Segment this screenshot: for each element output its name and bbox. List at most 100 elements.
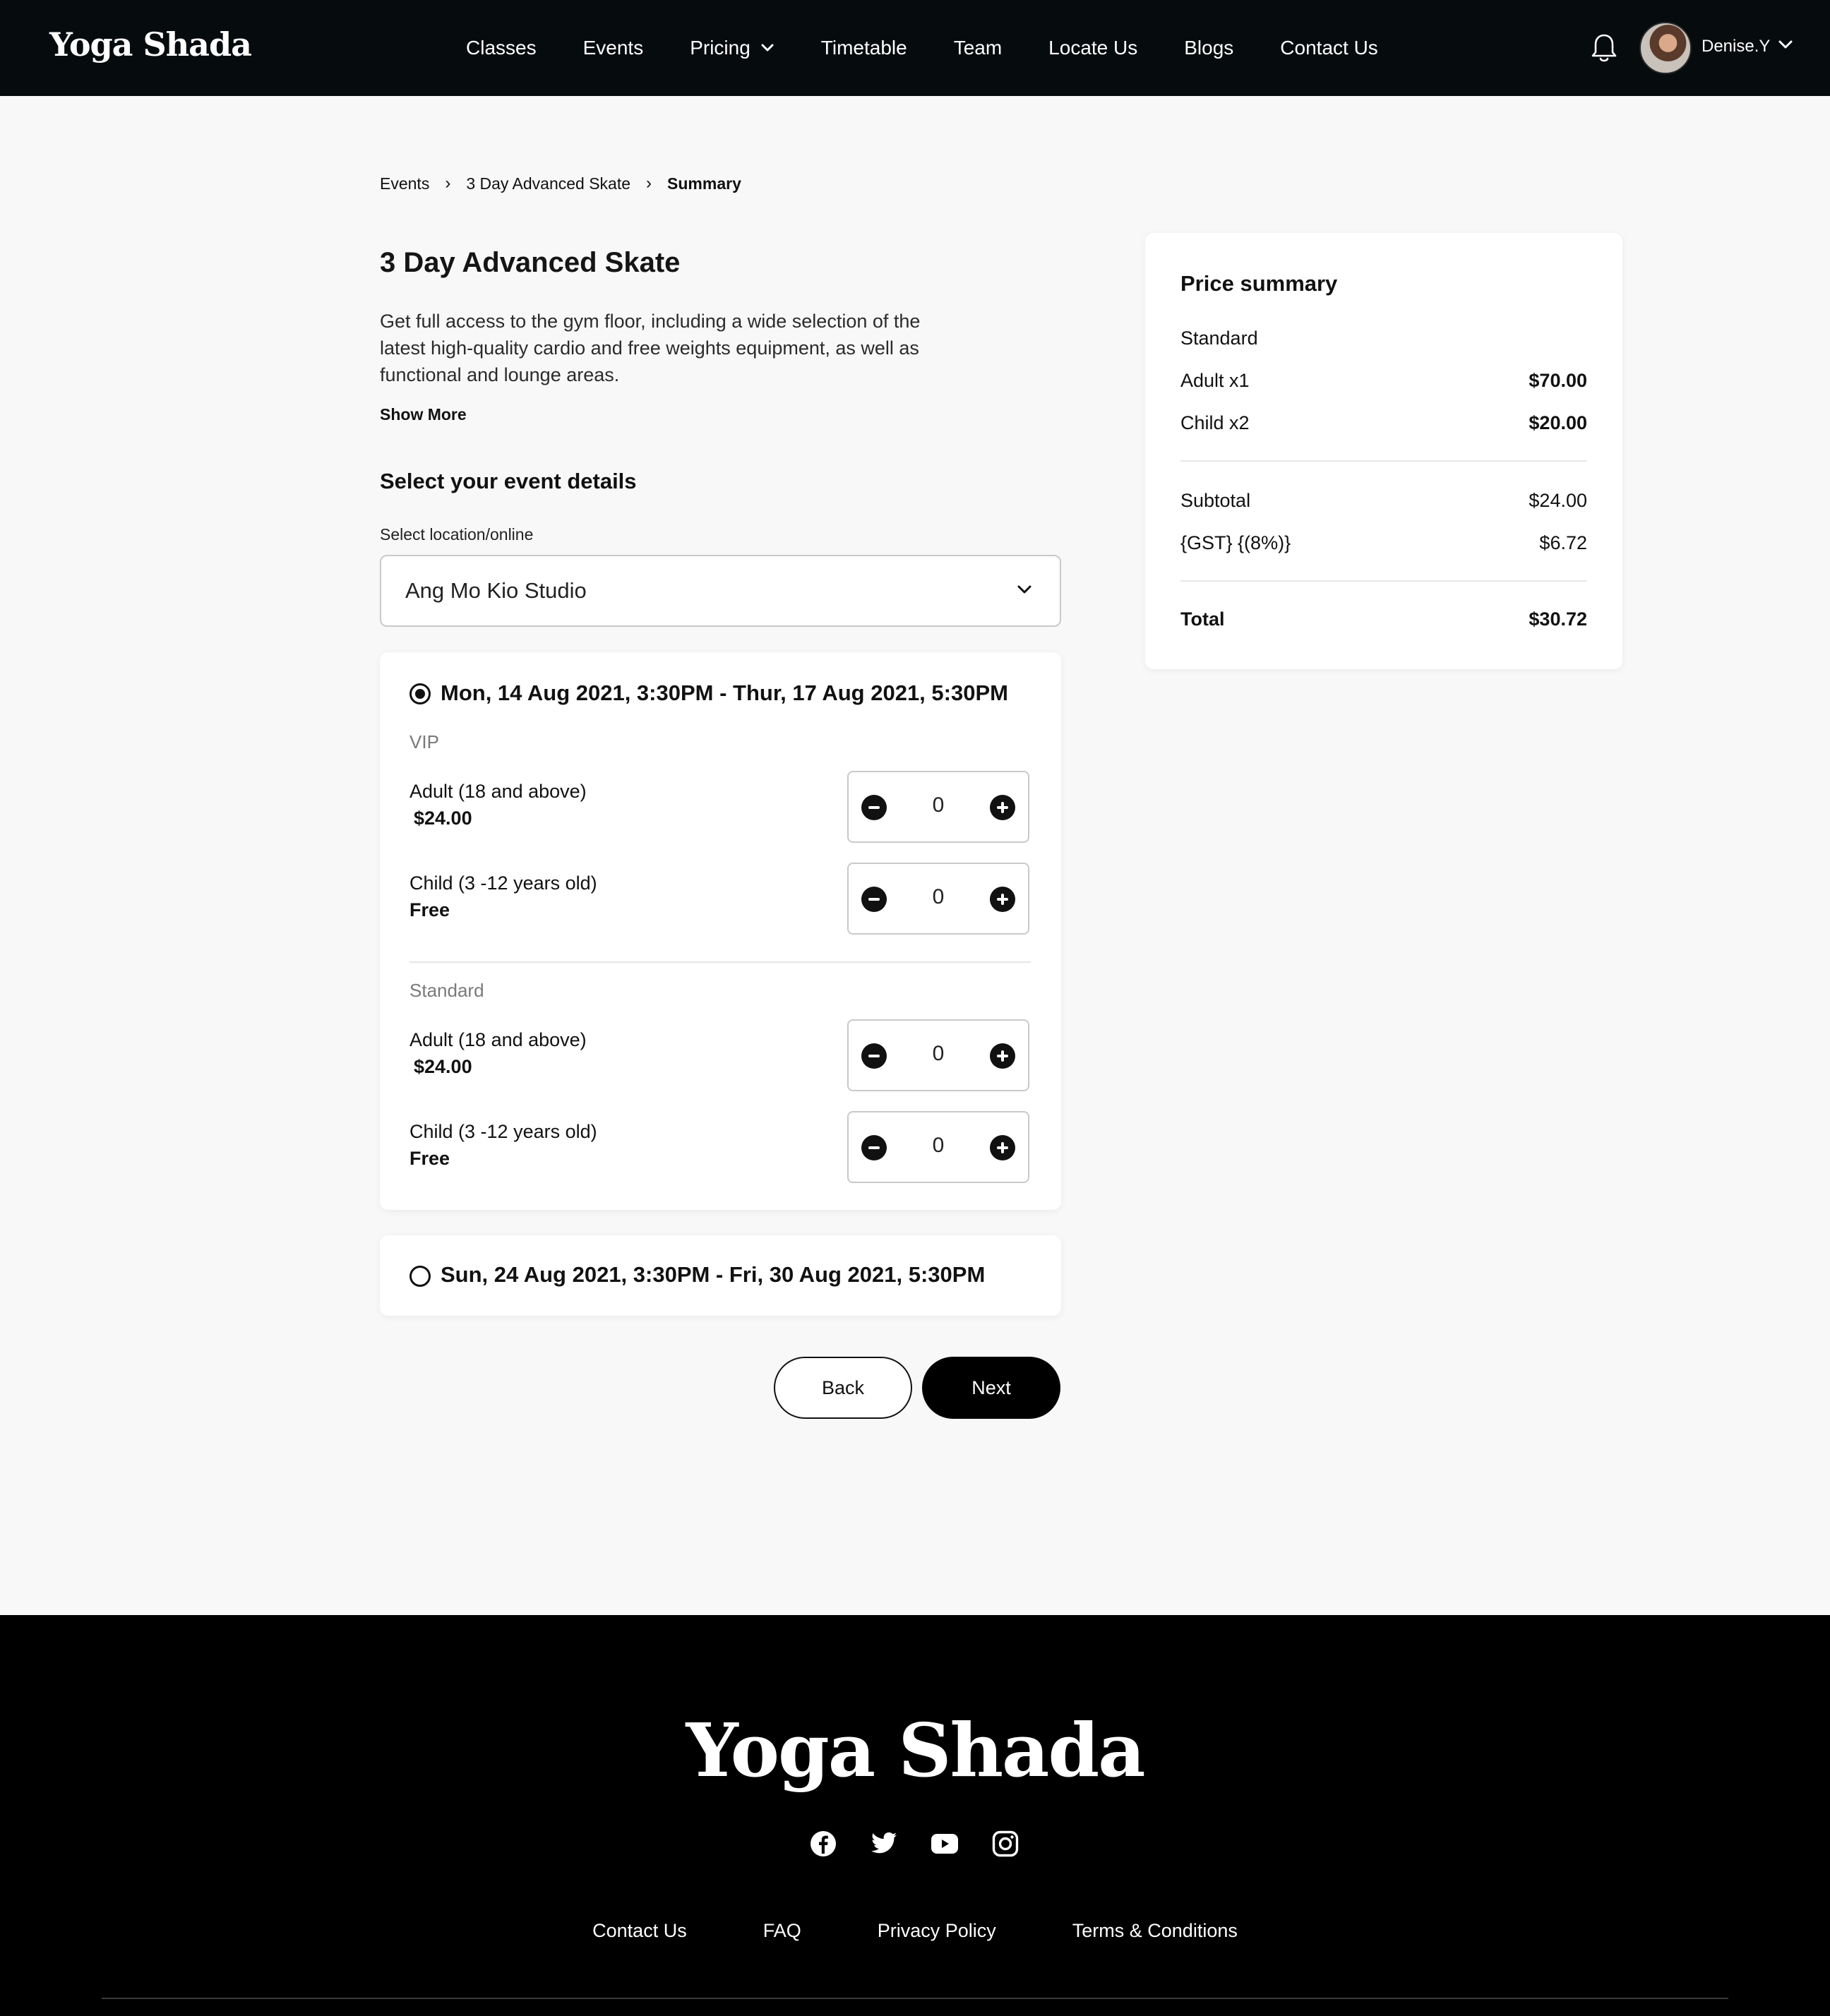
footer-link-privacy-policy[interactable]: Privacy Policy: [878, 1920, 996, 1942]
social-links: [809, 1830, 1052, 1858]
nav-item-label: Team: [953, 37, 1003, 59]
session-radio[interactable]: [409, 683, 431, 704]
footer-link-terms[interactable]: Terms & Conditions: [1072, 1920, 1238, 1942]
nav-item-timetable[interactable]: Timetable: [821, 37, 907, 59]
instagram-icon[interactable]: [991, 1830, 1019, 1858]
subtotal-row: Subtotal $24.00: [1180, 490, 1587, 512]
facebook-icon[interactable]: [809, 1830, 837, 1858]
summary-line: Child x2 $20.00: [1180, 412, 1587, 434]
top-navigation-bar: Yoga Shada Classes Events Pricing Timeta…: [0, 0, 1830, 96]
footer: Yoga Shada Contact Us FAQ Privacy Policy…: [0, 1615, 1830, 2016]
brand-logo[interactable]: Yoga Shada: [49, 25, 252, 64]
ticket-name: Child (3 -12 years old): [409, 1121, 597, 1142]
back-button[interactable]: Back: [774, 1357, 912, 1419]
nav-item-label: Contact Us: [1280, 37, 1378, 59]
total-value: $30.72: [1529, 608, 1587, 630]
location-select-value: Ang Mo Kio Studio: [405, 578, 587, 603]
ticket-name: Adult (18 and above): [409, 1029, 587, 1050]
summary-line-value: $20.00: [1529, 412, 1587, 433]
ticket-name: Child (3 -12 years old): [409, 872, 597, 894]
twitter-icon[interactable]: [870, 1830, 898, 1858]
breadcrumb-item-current: Summary: [667, 174, 741, 193]
chevron-down-icon: [1017, 585, 1031, 594]
summary-tier-row: Standard: [1180, 328, 1587, 349]
plus-icon[interactable]: [990, 1043, 1015, 1069]
quantity-stepper: 0: [847, 1111, 1029, 1183]
footer-link-contact-us[interactable]: Contact Us: [592, 1920, 687, 1942]
breadcrumb-item-event[interactable]: 3 Day Advanced Skate: [466, 174, 630, 193]
session-date[interactable]: Mon, 14 Aug 2021, 3:30PM - Thur, 17 Aug …: [441, 680, 1008, 706]
divider: [1180, 460, 1587, 462]
nav-item-label: Pricing: [690, 37, 750, 59]
chevron-right-icon: ›: [445, 174, 451, 193]
nav-item-label: Timetable: [820, 37, 907, 59]
nav-item-label: Classes: [466, 37, 537, 59]
bell-icon[interactable]: [1590, 32, 1618, 64]
summary-line-label: Adult x1: [1180, 370, 1250, 391]
nav-item-locate-us[interactable]: Locate Us: [1048, 37, 1137, 59]
total-row: Total $30.72: [1180, 608, 1587, 630]
subtotal-label: Subtotal: [1180, 490, 1251, 511]
footer-links: Contact Us FAQ Privacy Policy Terms & Co…: [0, 1920, 1830, 1942]
summary-line: Adult x1 $70.00: [1180, 370, 1587, 392]
nav-item-label: Locate Us: [1048, 37, 1138, 59]
price-summary-title: Price summary: [1180, 271, 1338, 296]
nav-item-label: Events: [582, 37, 644, 59]
total-label: Total: [1180, 608, 1225, 630]
quantity-stepper: 0: [847, 1019, 1029, 1091]
subtotal-value: $24.00: [1529, 490, 1587, 511]
price-summary-card: Price summary Standard Adult x1 $70.00 C…: [1145, 233, 1622, 669]
chevron-right-icon: ›: [646, 174, 652, 193]
plus-icon[interactable]: [990, 795, 1015, 820]
summary-tier-label: Standard: [1180, 328, 1258, 349]
tax-label: {GST} {(8%)}: [1180, 532, 1291, 553]
ticket-price: $24.00: [414, 808, 472, 829]
nav-item-contact-us[interactable]: Contact Us: [1280, 37, 1378, 59]
plus-icon[interactable]: [990, 887, 1015, 912]
breadcrumb-item-events[interactable]: Events: [380, 174, 429, 193]
quantity-stepper: 0: [847, 771, 1029, 843]
youtube-icon[interactable]: [931, 1830, 959, 1858]
nav-item-pricing[interactable]: Pricing: [690, 37, 775, 59]
radio-selected-dot: [415, 689, 425, 699]
divider: [409, 961, 1031, 963]
location-select[interactable]: Ang Mo Kio Studio: [380, 555, 1061, 627]
ticket-price: $24.00: [414, 1056, 472, 1077]
event-description: Get full access to the gym floor, includ…: [380, 311, 921, 385]
nav-item-events[interactable]: Events: [583, 37, 644, 59]
summary-line-value: $70.00: [1529, 370, 1587, 391]
chevron-down-icon: [761, 44, 774, 52]
session-date[interactable]: Sun, 24 Aug 2021, 3:30PM - Fri, 30 Aug 2…: [441, 1262, 985, 1288]
breadcrumb: Events › 3 Day Advanced Skate › Summary: [380, 174, 741, 193]
session-radio[interactable]: [409, 1266, 431, 1287]
nav-item-classes[interactable]: Classes: [466, 37, 537, 59]
nav-item-blogs[interactable]: Blogs: [1184, 37, 1233, 59]
show-more-link[interactable]: Show More: [380, 405, 467, 424]
section-title: Select your event details: [380, 469, 637, 493]
footer-divider: [102, 1998, 1728, 1999]
user-name[interactable]: Denise.Y: [1702, 37, 1770, 56]
session-card: Mon, 14 Aug 2021, 3:30PM - Thur, 17 Aug …: [380, 652, 1061, 1210]
session-card: Sun, 24 Aug 2021, 3:30PM - Fri, 30 Aug 2…: [380, 1235, 1061, 1316]
avatar[interactable]: [1639, 22, 1692, 74]
summary-line-label: Child x2: [1180, 412, 1250, 433]
tax-value: $6.72: [1539, 532, 1587, 553]
main-nav: Classes Events Pricing Timetable Team Lo…: [466, 0, 1425, 96]
nav-item-label: Blogs: [1184, 37, 1234, 59]
plus-icon[interactable]: [990, 1135, 1015, 1160]
ticket-name: Adult (18 and above): [409, 781, 587, 802]
nav-item-team[interactable]: Team: [954, 37, 1002, 59]
next-button[interactable]: Next: [922, 1357, 1060, 1419]
ticket-price: Free: [409, 1148, 450, 1169]
page-title: 3 Day Advanced Skate: [380, 247, 681, 278]
footer-logo[interactable]: Yoga Shada: [0, 1707, 1830, 1794]
tier-label: Standard: [409, 980, 484, 1001]
divider: [1180, 580, 1587, 582]
location-label: Select location/online: [380, 525, 534, 544]
quantity-stepper: 0: [847, 863, 1029, 935]
chevron-down-icon[interactable]: [1778, 40, 1793, 51]
ticket-price: Free: [409, 899, 450, 920]
tax-row: {GST} {(8%)} $6.72: [1180, 532, 1587, 554]
footer-link-faq[interactable]: FAQ: [763, 1920, 801, 1942]
tier-label: VIP: [409, 731, 439, 752]
